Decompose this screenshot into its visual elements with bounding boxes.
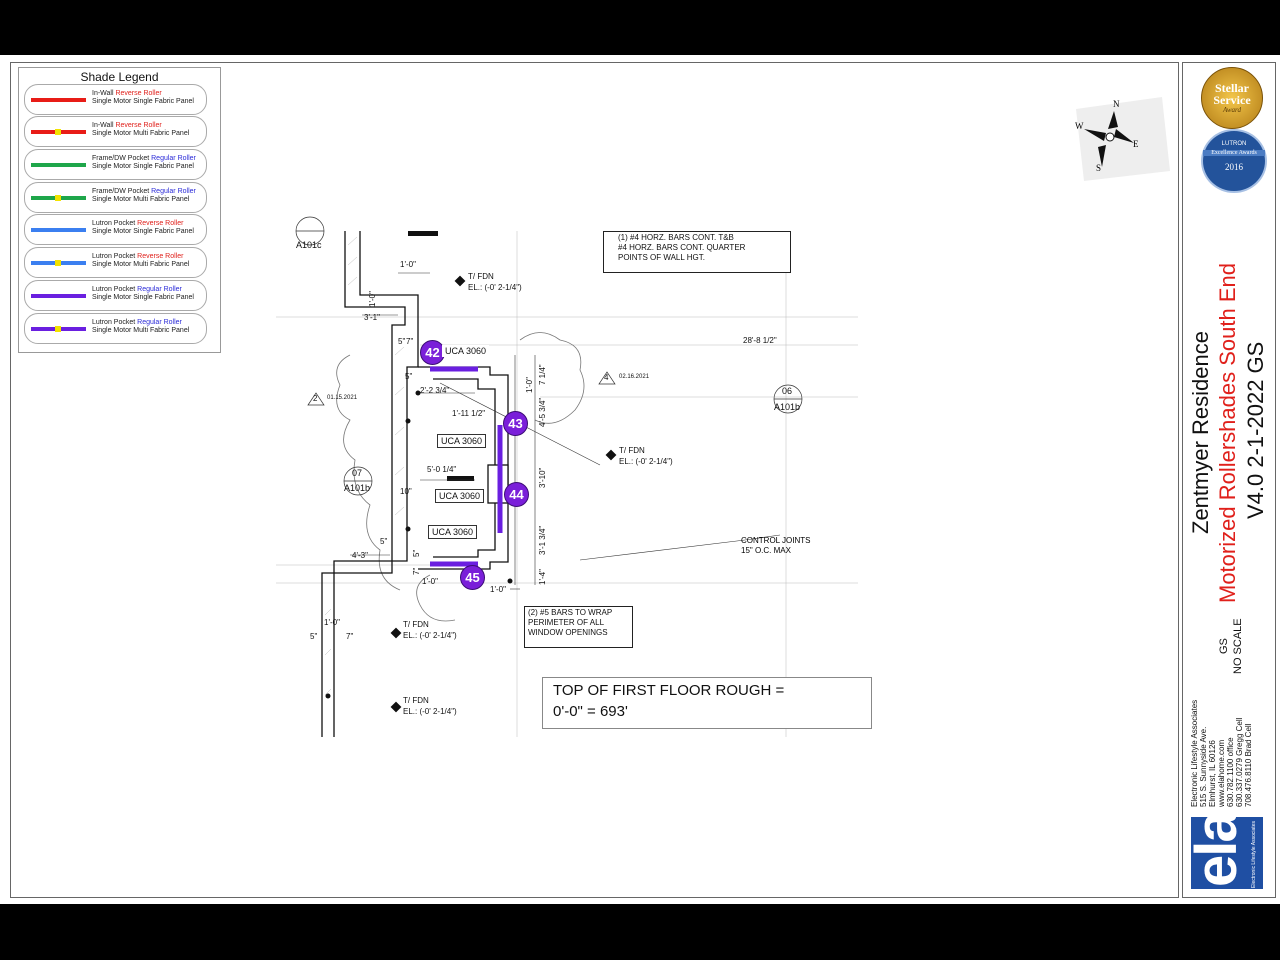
company-line: 630.782.1100 office [1226,737,1235,807]
wall-marker [408,231,438,236]
company-line: 708.476.8110 Brad Cell [1244,723,1253,807]
shade-tag-45[interactable]: 45 [460,565,485,590]
shade-tag-44[interactable]: 44 [504,482,529,507]
company-line: 515 S. Sunnyside Ave. [1199,726,1208,807]
award-stellar-service: Stellar Service Award [1201,67,1263,129]
fdn-label: T/ FDN [619,446,645,455]
project-title: Zentmyer Residence [1188,331,1213,534]
dim: 7" [412,567,421,575]
project-subtitle: Motorized Rollershades South End [1215,263,1240,603]
dim: 1'-0" [400,260,416,269]
dim: 7 1/4" [538,364,547,385]
fdn-elevation: EL.: (-0' 2-1/4") [403,631,457,640]
dim: 3'-10" [538,467,547,488]
section-ref: A101b [774,402,801,412]
company-line: www.elahome.com [1217,739,1226,807]
award-word: Service [1213,93,1251,107]
ela-logo: ela Electronic Lifestyle Associates [1191,817,1263,889]
shade-tag-43[interactable]: 43 [503,411,528,436]
version-label: V4.0 2-1-2022 GS [1243,341,1268,519]
dim: 2'-2 3/4" [420,386,450,395]
compass-icon [1076,97,1170,181]
dim: 5" [412,549,421,557]
dim: 5" [310,632,318,641]
note-line: #4 HORZ. BARS CONT. QUARTER [618,243,746,252]
dim: 1'-11 1/2" [452,409,486,418]
dim: 5'-0 1/4" [427,465,457,474]
dim: 1'-4" [538,569,547,585]
ela-logo-text: ela [1191,817,1249,887]
window-unit: UCA 3060 [442,345,490,357]
drawing-sheet: Shade Legend In-Wall Reverse Roller Singl… [0,55,1280,904]
revision-num: 2 [313,394,318,403]
section-ref: A101b [344,483,371,493]
fdn-label: T/ FDN [403,620,429,629]
dim: 4'-3" [352,551,368,560]
dim: 1'-0" [525,377,534,393]
dim: 3'-1" [364,313,380,322]
award-word: 2016 [1225,162,1243,172]
revision-date: 02.16.2021 [619,374,650,380]
drawn-by: GS [1218,638,1230,654]
compass-n: N [1113,99,1120,109]
dim: 4'-5 3/4" [538,397,547,427]
award-word: Award [1222,106,1242,114]
window-unit: UCA 3060 [435,489,485,503]
award-word: Excellence Awards [1203,150,1265,156]
floor-elevation-note: TOP OF FIRST FLOOR ROUGH = 0'-0" = 693' [542,677,872,729]
note-line: (1) #4 HORZ. BARS CONT. T&B [618,233,734,242]
note-horz-bars: (1) #4 HORZ. BARS CONT. T&B #4 HORZ. BAR… [603,231,791,273]
revision-num: 4 [604,373,609,382]
company-line: Elmhurst, IL 60126 [1208,740,1217,807]
fdn-elevation: EL.: (-0' 2-1/4") [619,457,673,466]
note-line: PERIMETER OF ALL [528,618,605,627]
scale-label: NO SCALE [1232,618,1244,674]
dim: 1'-0" [490,585,506,594]
dim: 5" [380,537,388,546]
section-ref: A101c [296,240,322,250]
north-arrow: N S E W [1062,89,1182,181]
window-unit: UCA 3060 [437,434,487,448]
company-info: Electronic Lifestyle Associates 515 S. S… [1190,700,1253,807]
dim: 7" [406,337,414,346]
note-line: WINDOW OPENINGS [528,628,608,637]
floor-line: TOP OF FIRST FLOOR ROUGH = [553,682,785,699]
fdn-elevation: EL.: (-0' 2-1/4") [403,707,457,716]
dim: 28'-8 1/2" [743,336,777,345]
dim: 10" [400,487,412,496]
dim: 7" [346,632,354,641]
dim: 5" [398,337,406,346]
dim: 1'-0" [422,577,438,586]
note-control-joints: CONTROL JOINTS 15" O.C. MAX [741,536,810,556]
note-line: (2) #5 BARS TO WRAP [528,608,613,617]
window-unit: UCA 3060 [428,525,478,539]
fdn-elevation: EL.: (-0' 2-1/4") [468,283,522,292]
dimension-lines [350,272,781,590]
dim: 1'-0" [324,618,340,627]
compass-e: E [1133,139,1139,149]
compass-w: W [1075,121,1084,131]
note-line: CONTROL JOINTS [741,536,811,545]
revision-date: 01.15.2021 [327,395,358,401]
dim: 5" [405,372,413,381]
company-line: Electronic Lifestyle Associates [1190,699,1199,807]
note-line: POINTS OF WALL HGT. [618,253,705,262]
floor-line: 0'-0" = 693' [553,703,628,720]
note-wrap-bars: (2) #5 BARS TO WRAP PERIMETER OF ALL WIN… [524,606,633,648]
section-num: 06 [782,386,793,396]
note-line: 15" O.C. MAX [741,546,791,555]
ela-logo-small: Electronic Lifestyle Associates [1251,821,1257,888]
section-num: 07 [352,468,363,478]
fdn-label: T/ FDN [403,696,429,705]
compass-s: S [1096,163,1102,173]
award-word: LUTRON [1221,141,1247,147]
fdn-label: T/ FDN [468,272,494,281]
dim: 3'-1 3/4" [538,525,547,555]
dim: 1'-0" [368,291,377,307]
award-lutron: LUTRON Excellence Awards 2016 [1201,129,1267,193]
floor-plan [276,216,858,737]
company-line: 630.337.0279 Gregg Cell [1235,717,1244,807]
